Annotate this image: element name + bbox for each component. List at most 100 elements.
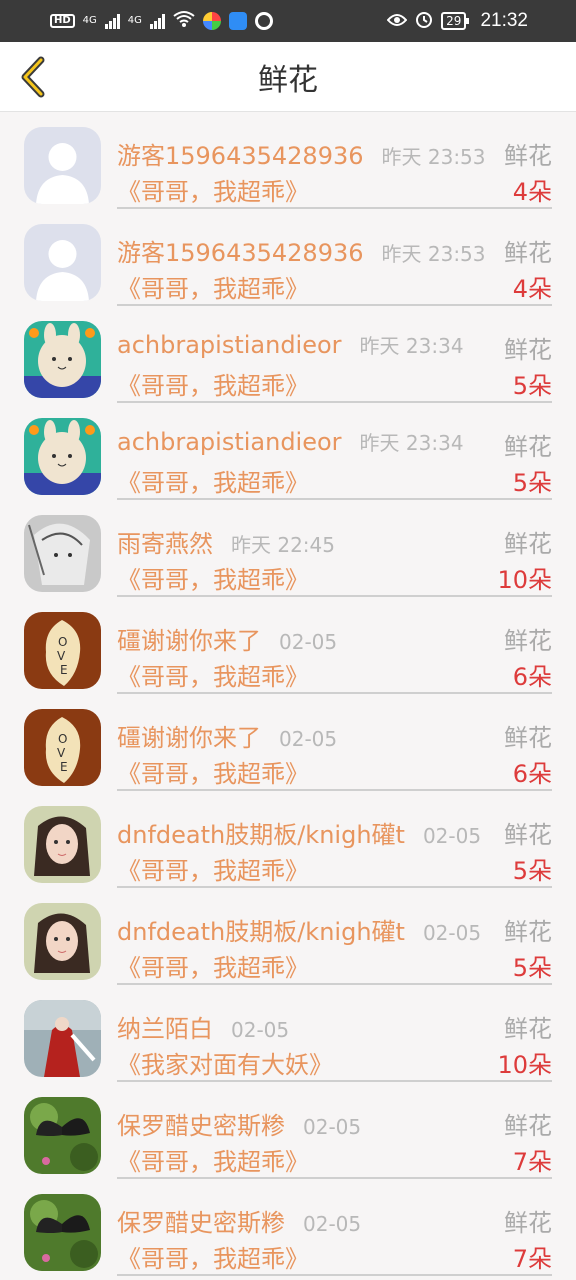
book-title[interactable]: 《哥哥，我超乖》 [117,463,309,498]
list-item-detail: 《哥哥，我超乖》 5朵 [117,463,552,498]
list-item-detail: 《哥哥，我超乖》 5朵 [117,366,552,401]
list-item-detail: 《哥哥，我超乖》 5朵 [117,851,552,886]
gift-type: 鲜花 [504,336,552,364]
app-notification-icon [254,12,273,30]
list-item-header: 纳兰陌白 02-05 鲜花 [117,1009,552,1044]
signal-icon [104,13,120,29]
avatar[interactable] [24,127,101,204]
list-item[interactable]: 雨寄燕然 昨天 22:45 鲜花 《哥哥，我超乖》 10朵 [0,500,576,597]
avatar[interactable] [24,224,101,301]
back-button[interactable] [14,56,54,98]
user-name[interactable]: 游客1596435428936 [117,233,364,268]
timestamp: 昨天 23:53 [381,242,486,266]
avatar[interactable] [24,418,101,495]
user-name[interactable]: 游客1596435428936 [117,136,364,171]
avatar[interactable]: OVE [24,709,101,786]
page-title: 鲜花 [258,62,318,98]
list-item-detail: 《哥哥，我超乖》 7朵 [117,1239,552,1274]
list-item-header: achbrapistiandieor 昨天 23:34 鲜花 [117,427,552,461]
gift-type: 鲜花 [504,1015,552,1043]
timestamp: 昨天 23:53 [381,145,486,169]
list-item[interactable]: OVE 礓谢谢你来了 02-05 鲜花 《哥哥，我超乖》 6朵 [0,597,576,694]
list-item[interactable]: achbrapistiandieor 昨天 23:34 鲜花 《哥哥，我超乖》 … [0,403,576,500]
avatar[interactable]: OVE [24,612,101,689]
timestamp: 02-05 [279,727,338,751]
list-item-header: 保罗醋史密斯糁 02-05 鲜花 [117,1203,552,1238]
status-bar-left: HD 4G 4G [50,10,273,33]
user-name[interactable]: 保罗醋史密斯糁 [117,1203,285,1238]
book-title[interactable]: 《哥哥，我超乖》 [117,560,309,595]
book-title[interactable]: 《哥哥，我超乖》 [117,754,309,789]
book-title[interactable]: 《哥哥，我超乖》 [117,657,309,692]
user-name[interactable]: achbrapistiandieor [117,331,342,359]
eye-icon [386,11,408,32]
list-item-content: 礓谢谢你来了 02-05 鲜花 《哥哥，我超乖》 6朵 [117,694,552,791]
network-type-2: 4G [127,14,142,26]
svg-text:O: O [58,732,67,746]
gift-type: 鲜花 [504,724,552,752]
list-item[interactable]: 纳兰陌白 02-05 鲜花 《我家对面有大妖》 10朵 [0,985,576,1082]
book-title[interactable]: 《哥哥，我超乖》 [117,1142,309,1177]
avatar[interactable] [24,1194,101,1271]
user-name[interactable]: 纳兰陌白 [117,1009,213,1044]
avatar[interactable] [24,1000,101,1077]
user-name[interactable]: 礓谢谢你来了 [117,718,261,753]
avatar[interactable] [24,321,101,398]
user-name[interactable]: 保罗醋史密斯糁 [117,1106,285,1141]
list-item-detail: 《哥哥，我超乖》 6朵 [117,754,552,789]
list-item[interactable]: OVE 礓谢谢你来了 02-05 鲜花 《哥哥，我超乖》 6朵 [0,694,576,791]
book-title[interactable]: 《我家对面有大妖》 [117,1045,333,1080]
list-item-detail: 《我家对面有大妖》 10朵 [117,1045,552,1080]
list-item[interactable]: 游客1596435428936 昨天 23:53 鲜花 《哥哥，我超乖》 4朵 [0,209,576,306]
avatar[interactable] [24,1097,101,1174]
user-name[interactable]: achbrapistiandieor [117,428,342,456]
wifi-icon [173,10,195,33]
signal-icon [149,13,165,29]
avatar[interactable] [24,806,101,883]
alarm-icon [415,10,433,33]
book-title[interactable]: 《哥哥，我超乖》 [117,366,309,401]
list-item-detail: 《哥哥，我超乖》 5朵 [117,948,552,983]
list-item[interactable]: 保罗醋史密斯糁 02-05 鲜花 《哥哥，我超乖》 7朵 [0,1179,576,1276]
list-item[interactable]: achbrapistiandieor 昨天 23:34 鲜花 《哥哥，我超乖》 … [0,306,576,403]
status-bar-right: 29 21:32 [386,10,528,33]
app-notification-icon [202,12,221,30]
chevron-left-icon [21,56,45,98]
top-bar: 鲜花 [0,42,576,112]
list-item[interactable]: 游客1596435428936 昨天 23:53 鲜花 《哥哥，我超乖》 4朵 [0,112,576,209]
list-item[interactable]: dnfdeath肢期板/knigh礶t 02-05 鲜花 《哥哥，我超乖》 5朵 [0,791,576,888]
list-item[interactable]: dnfdeath肢期板/knigh礶t 02-05 鲜花 《哥哥，我超乖》 5朵 [0,888,576,985]
user-name[interactable]: dnfdeath肢期板/knigh礶t [117,815,405,850]
list-item-header: 礓谢谢你来了 02-05 鲜花 [117,718,552,753]
network-type-1: 4G [82,14,97,26]
gift-count: 10朵 [497,566,552,594]
gift-type: 鲜花 [504,1112,552,1140]
timestamp: 昨天 23:34 [359,431,464,455]
book-title[interactable]: 《哥哥，我超乖》 [117,851,309,886]
gift-count: 4朵 [512,275,552,303]
list-item-header: 游客1596435428936 昨天 23:53 鲜花 [117,136,552,171]
book-title[interactable]: 《哥哥，我超乖》 [117,172,309,207]
status-bar: HD 4G 4G 29 21:32 [0,0,576,42]
gift-count: 7朵 [512,1148,552,1176]
avatar[interactable] [24,515,101,592]
user-name[interactable]: 雨寄燕然 [117,524,213,559]
app-notification-icon [228,12,247,30]
list-item-content: dnfdeath肢期板/knigh礶t 02-05 鲜花 《哥哥，我超乖》 5朵 [117,888,552,985]
list-item-detail: 《哥哥，我超乖》 4朵 [117,172,552,207]
avatar[interactable] [24,903,101,980]
book-title[interactable]: 《哥哥，我超乖》 [117,269,309,304]
list-item-content: 雨寄燕然 昨天 22:45 鲜花 《哥哥，我超乖》 10朵 [117,500,552,597]
list-item[interactable]: 保罗醋史密斯糁 02-05 鲜花 《哥哥，我超乖》 7朵 [0,1082,576,1179]
gift-type: 鲜花 [504,821,552,849]
user-name[interactable]: 礓谢谢你来了 [117,621,261,656]
book-title[interactable]: 《哥哥，我超乖》 [117,1239,309,1274]
user-name[interactable]: dnfdeath肢期板/knigh礶t [117,912,405,947]
list-item-header: dnfdeath肢期板/knigh礶t 02-05 鲜花 [117,912,552,947]
list-item-content: 保罗醋史密斯糁 02-05 鲜花 《哥哥，我超乖》 7朵 [117,1179,552,1276]
book-title[interactable]: 《哥哥，我超乖》 [117,948,309,983]
list-item-content: 纳兰陌白 02-05 鲜花 《我家对面有大妖》 10朵 [117,985,552,1082]
list-item-content: 礓谢谢你来了 02-05 鲜花 《哥哥，我超乖》 6朵 [117,597,552,694]
svg-text:E: E [60,663,68,677]
timestamp: 02-05 [279,630,338,654]
